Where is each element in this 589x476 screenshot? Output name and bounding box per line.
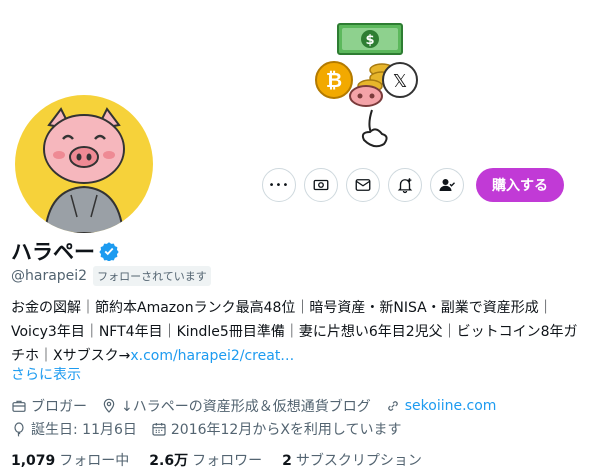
meta-birthday: 誕生日: 11月6日 (11, 419, 137, 439)
meta-location: ↓ハラペーの資産形成＆仮想通貨ブログ (101, 396, 371, 416)
tip-button[interactable] (304, 168, 338, 202)
profile-name-row: ハラペー (11, 236, 119, 266)
pig-avatar-illustration (43, 107, 125, 233)
handle: @harapei2 (11, 268, 88, 284)
followers-stat[interactable]: 2.6万 フォロワー (149, 450, 262, 470)
display-name: ハラペー (11, 240, 95, 264)
bio: お金の図解｜節約本Amazonランク最高48位｜暗号資産・新NISA・副業で資産… (11, 296, 579, 368)
location-pin-icon (103, 398, 115, 413)
bio-link[interactable]: x.com/harapei2/creat… (130, 348, 294, 364)
dollar-sign: $ (365, 33, 374, 48)
avatar[interactable] (12, 92, 156, 236)
more-icon: ••• (268, 179, 290, 191)
briefcase-icon (12, 400, 26, 412)
message-button[interactable] (346, 168, 380, 202)
envelope-icon (355, 179, 371, 191)
followers-count: 2.6万 (149, 453, 189, 469)
meta-website[interactable]: sekoiine.com (385, 398, 497, 414)
calendar-icon (152, 423, 166, 436)
following-count: 1,079 (11, 453, 56, 469)
balloon-icon (14, 422, 24, 437)
profile-actions: ••• 購入する (262, 168, 564, 202)
link-icon (387, 401, 398, 411)
verified-badge-icon[interactable] (99, 241, 119, 261)
joined-text: 2016年12月からXを利用しています (170, 422, 402, 438)
buy-button[interactable]: 購入する (476, 168, 564, 202)
meta-job: ブロガー (11, 396, 87, 416)
birthday-text: 誕生日: 11月6日 (31, 422, 137, 438)
handle-row: @harapei2 フォローされています (11, 266, 211, 286)
following-button[interactable] (430, 168, 464, 202)
profile-stats: 1,079 フォロー中 2.6万 フォロワー 2 サブスクリプション (11, 450, 422, 470)
more-options-button[interactable]: ••• (262, 168, 296, 202)
show-more-link[interactable]: さらに表示 (11, 364, 81, 384)
subscriptions-count: 2 (282, 453, 292, 469)
subscriptions-stat[interactable]: 2 サブスクリプション (282, 450, 422, 470)
person-check-icon (439, 179, 455, 191)
x-logo-icon: 𝕏 (393, 71, 408, 92)
following-label: フォロー中 (59, 453, 130, 469)
meta-row-1: ブロガー ↓ハラペーの資産形成＆仮想通貨ブログ sekoiine.com (11, 396, 510, 416)
bell-plus-icon (397, 178, 413, 194)
bitcoin-icon: ₿ (326, 68, 342, 92)
website-link[interactable]: sekoiine.com (405, 398, 497, 414)
banner-illustration: $ ₿ 𝕏 (315, 23, 418, 148)
following-stat[interactable]: 1,079 フォロー中 (11, 450, 129, 470)
meta-joined: 2016年12月からXを利用しています (151, 419, 402, 439)
job-text: ブロガー (31, 399, 87, 415)
followers-label: フォロワー (192, 453, 263, 469)
meta-row-2: 誕生日: 11月6日 2016年12月からXを利用しています (11, 419, 416, 439)
follows-you-badge: フォローされています (93, 266, 211, 286)
location-text: ↓ハラペーの資産形成＆仮想通貨ブログ (121, 399, 371, 415)
notify-button[interactable] (388, 168, 422, 202)
money-icon (313, 179, 329, 191)
subscriptions-label: サブスクリプション (295, 453, 422, 469)
